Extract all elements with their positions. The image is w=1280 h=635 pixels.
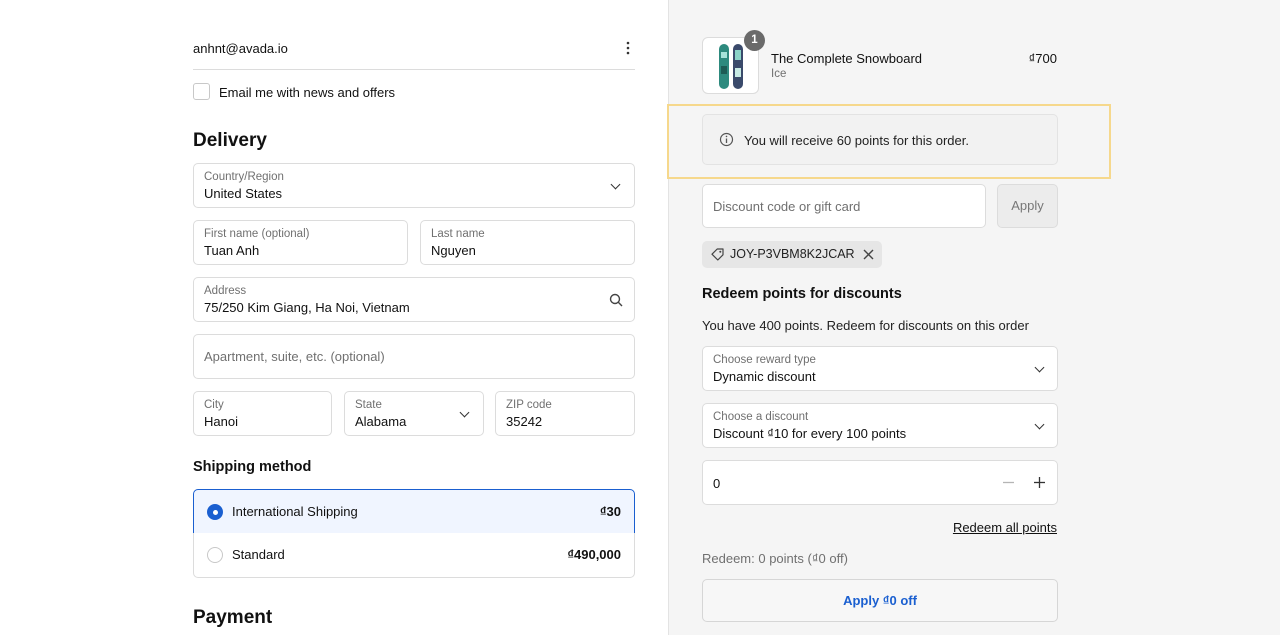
zip-label: ZIP code xyxy=(506,399,552,411)
newsletter-label: Email me with news and offers xyxy=(219,85,396,100)
state-select[interactable]: State Alabama xyxy=(344,391,484,436)
apartment-field[interactable]: Apartment, suite, etc. (optional) xyxy=(193,334,635,379)
discount-choice-select[interactable]: Choose a discount Discount ₫10 for every… xyxy=(702,403,1058,448)
country-label: Country/Region xyxy=(204,171,284,183)
radio-selected[interactable] xyxy=(207,504,223,520)
last-name-value: Nguyen xyxy=(431,243,476,258)
chevron-down-icon xyxy=(1034,419,1045,430)
address-value: 75/250 Kim Giang, Ha Noi, Vietnam xyxy=(204,300,410,315)
chevron-down-icon xyxy=(1034,362,1045,373)
first-name-value: Tuan Anh xyxy=(204,243,260,258)
shipping-option-price: ₫30 xyxy=(599,504,621,519)
plus-icon[interactable] xyxy=(1033,476,1046,489)
last-name-label: Last name xyxy=(431,228,485,240)
minus-icon[interactable] xyxy=(1002,476,1015,489)
product-name: The Complete Snowboard xyxy=(771,51,923,66)
chevron-down-icon xyxy=(459,407,470,418)
first-name-field[interactable]: First name (optional) Tuan Anh xyxy=(193,220,408,265)
discount-code-input[interactable]: Discount code or gift card xyxy=(702,184,986,228)
zip-field[interactable]: ZIP code 35242 xyxy=(495,391,635,436)
state-value: Alabama xyxy=(355,414,407,429)
apartment-placeholder: Apartment, suite, etc. (optional) xyxy=(204,349,385,364)
shipping-option-label: International Shipping xyxy=(232,504,358,519)
discount-choice-value: Discount ₫10 for every 100 points xyxy=(713,426,907,441)
close-icon[interactable] xyxy=(862,248,875,261)
apply-redeem-button[interactable]: Apply ₫0 off xyxy=(702,579,1058,622)
redeem-title: Redeem points for discounts xyxy=(702,286,902,302)
points-amount-stepper[interactable]: 0 xyxy=(702,460,1058,505)
shipping-option-price: ₫490,000 xyxy=(567,547,621,562)
search-icon[interactable] xyxy=(609,293,623,307)
applied-discount-tag: JOY-P3VBM8K2JCAR xyxy=(702,241,882,268)
radio-unselected[interactable] xyxy=(207,547,223,563)
points-notice: You will receive 60 points for this orde… xyxy=(702,114,1058,165)
product-price: ₫700 xyxy=(1028,51,1057,66)
city-value: Hanoi xyxy=(204,414,238,429)
redeem-subtitle: You have 400 points. Redeem for discount… xyxy=(702,318,1029,333)
address-field[interactable]: Address 75/250 Kim Giang, Ha Noi, Vietna… xyxy=(193,277,635,322)
applied-discount-code: JOY-P3VBM8K2JCAR xyxy=(730,247,855,261)
quantity-badge: 1 xyxy=(744,30,765,51)
address-label: Address xyxy=(204,285,247,297)
city-label: City xyxy=(204,399,224,411)
city-field[interactable]: City Hanoi xyxy=(193,391,332,436)
shipping-option-standard[interactable]: Standard ₫490,000 xyxy=(193,533,635,578)
shipping-option-international[interactable]: International Shipping ₫30 xyxy=(193,489,635,534)
checkout-form-column: anhnt@avada.io Email me with news and of… xyxy=(0,0,668,635)
discount-code-placeholder: Discount code or gift card xyxy=(713,199,861,214)
shipping-title: Shipping method xyxy=(193,459,312,475)
points-amount-value: 0 xyxy=(713,476,721,491)
delivery-title: Delivery xyxy=(193,130,267,151)
tag-icon xyxy=(710,247,725,262)
last-name-field[interactable]: Last name Nguyen xyxy=(420,220,635,265)
redeem-summary: Redeem: 0 points (₫0 off) xyxy=(702,551,848,566)
country-value: United States xyxy=(204,186,283,201)
state-label: State xyxy=(355,399,382,411)
reward-type-select[interactable]: Choose reward type Dynamic discount xyxy=(702,346,1058,391)
points-notice-text: You will receive 60 points for this orde… xyxy=(744,133,969,148)
reward-type-value: Dynamic discount xyxy=(713,369,816,384)
payment-title: Payment xyxy=(193,607,273,628)
newsletter-checkbox[interactable] xyxy=(193,83,210,100)
first-name-label: First name (optional) xyxy=(204,228,310,240)
more-options-icon[interactable] xyxy=(621,38,635,58)
discount-apply-button[interactable]: Apply xyxy=(997,184,1058,228)
discount-choice-label: Choose a discount xyxy=(713,411,809,423)
shipping-option-label: Standard xyxy=(232,547,285,562)
account-email: anhnt@avada.io xyxy=(193,41,288,56)
redeem-all-link[interactable]: Redeem all points xyxy=(900,520,1057,535)
reward-type-label: Choose reward type xyxy=(713,354,816,366)
chevron-down-icon xyxy=(610,179,621,190)
zip-value: 35242 xyxy=(506,414,543,429)
country-select[interactable]: Country/Region United States xyxy=(193,163,635,208)
info-icon xyxy=(719,132,734,147)
account-divider xyxy=(193,69,635,70)
product-variant: Ice xyxy=(771,68,787,80)
